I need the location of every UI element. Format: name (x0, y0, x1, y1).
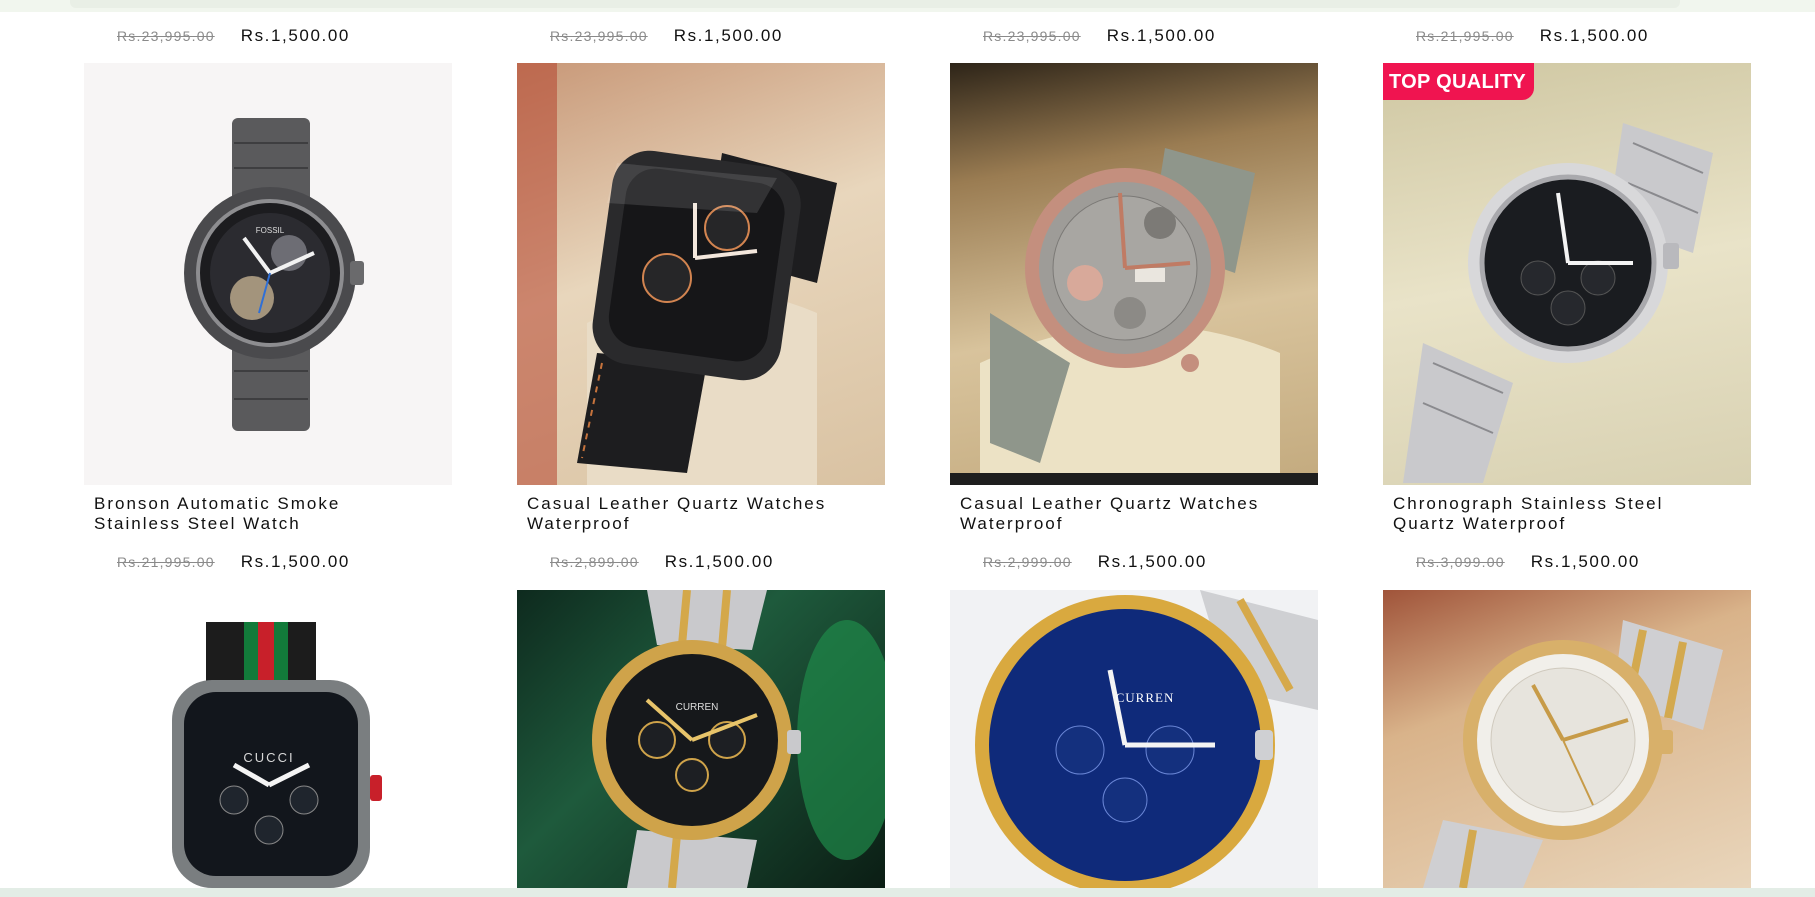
top-quality-badge: TOP QUALITY (1383, 63, 1535, 100)
bottom-edge-bar (0, 888, 1815, 897)
dial-brand-text: CURREN (1116, 690, 1175, 705)
original-price: Rs.2,899.00 (550, 554, 639, 570)
sale-price: Rs.1,500.00 (240, 552, 350, 571)
original-price: Rs.2,999.00 (983, 554, 1072, 570)
gold-roman-chronograph-watch-image[interactable]: CURREN (517, 590, 885, 888)
price-row-1: Rs.23,995.00 Rs.1,500.00 Rs.23,995.00 Rs… (0, 24, 1815, 48)
product-card[interactable]: CUCCI (84, 590, 452, 888)
original-price: Rs.23,995.00 (983, 28, 1081, 44)
top-edge-bar (0, 0, 1815, 12)
black-square-leather-watch-image[interactable] (517, 63, 885, 485)
product-title[interactable]: Casual Leather Quartz Watches Waterproof (960, 494, 1280, 534)
product-card[interactable] (1383, 590, 1751, 888)
product-card[interactable]: FOSSIL Bronson Automatic Smoke Stainless… (84, 63, 452, 534)
product-card[interactable]: CURREN (517, 590, 885, 888)
product-card[interactable]: CURREN (950, 590, 1318, 888)
blue-gold-chronograph-watch-image[interactable]: CURREN (950, 590, 1318, 888)
square-striped-strap-watch-image[interactable]: CUCCI (84, 590, 452, 888)
gunmetal-skeleton-watch-image[interactable]: FOSSIL (84, 63, 452, 485)
dial-brand-text: CUCCI (243, 750, 294, 765)
product-card[interactable]: Casual Leather Quartz Watches Waterproof (517, 63, 885, 534)
price-cell: Rs.23,995.00 Rs.1,500.00 (550, 24, 783, 48)
price-cell: Rs.23,995.00 Rs.1,500.00 (983, 24, 1216, 48)
product-title[interactable]: Chronograph Stainless Steel Quartz Water… (1393, 494, 1713, 534)
original-price: Rs.21,995.00 (117, 554, 215, 570)
sale-price: Rs.1,500.00 (673, 26, 783, 45)
price-row-2: Rs.21,995.00 Rs.1,500.00 Rs.2,899.00 Rs.… (0, 550, 1815, 574)
rosegold-grey-strap-watch-image[interactable] (950, 63, 1318, 485)
product-title[interactable]: Bronson Automatic Smoke Stainless Steel … (94, 494, 414, 534)
product-card[interactable]: Casual Leather Quartz Watches Waterproof (950, 63, 1318, 534)
price-cell: Rs.2,899.00 Rs.1,500.00 (550, 550, 774, 574)
price-cell: Rs.21,995.00 Rs.1,500.00 (1416, 24, 1649, 48)
sale-price: Rs.1,500.00 (664, 552, 774, 571)
dial-brand-text: CURREN (676, 702, 719, 713)
top-edge-bar-inner (70, 0, 1680, 8)
product-card[interactable]: TOP QUALITY Chronograph Stainless Steel … (1383, 63, 1751, 534)
price-cell: Rs.3,099.00 Rs.1,500.00 (1416, 550, 1640, 574)
original-price: Rs.23,995.00 (550, 28, 648, 44)
dial-brand-text: FOSSIL (256, 226, 285, 235)
gold-white-dial-watch-image[interactable] (1383, 590, 1751, 888)
silver-black-chronograph-watch-image[interactable]: TOP QUALITY (1383, 63, 1751, 485)
sale-price: Rs.1,500.00 (1106, 26, 1216, 45)
price-cell: Rs.21,995.00 Rs.1,500.00 (117, 550, 350, 574)
price-cell: Rs.23,995.00 Rs.1,500.00 (117, 24, 350, 48)
sale-price: Rs.1,500.00 (1539, 26, 1649, 45)
original-price: Rs.23,995.00 (117, 28, 215, 44)
original-price: Rs.21,995.00 (1416, 28, 1514, 44)
sale-price: Rs.1,500.00 (1097, 552, 1207, 571)
original-price: Rs.3,099.00 (1416, 554, 1505, 570)
price-cell: Rs.2,999.00 Rs.1,500.00 (983, 550, 1207, 574)
sale-price: Rs.1,500.00 (240, 26, 350, 45)
product-title[interactable]: Casual Leather Quartz Watches Waterproof (527, 494, 847, 534)
sale-price: Rs.1,500.00 (1530, 552, 1640, 571)
